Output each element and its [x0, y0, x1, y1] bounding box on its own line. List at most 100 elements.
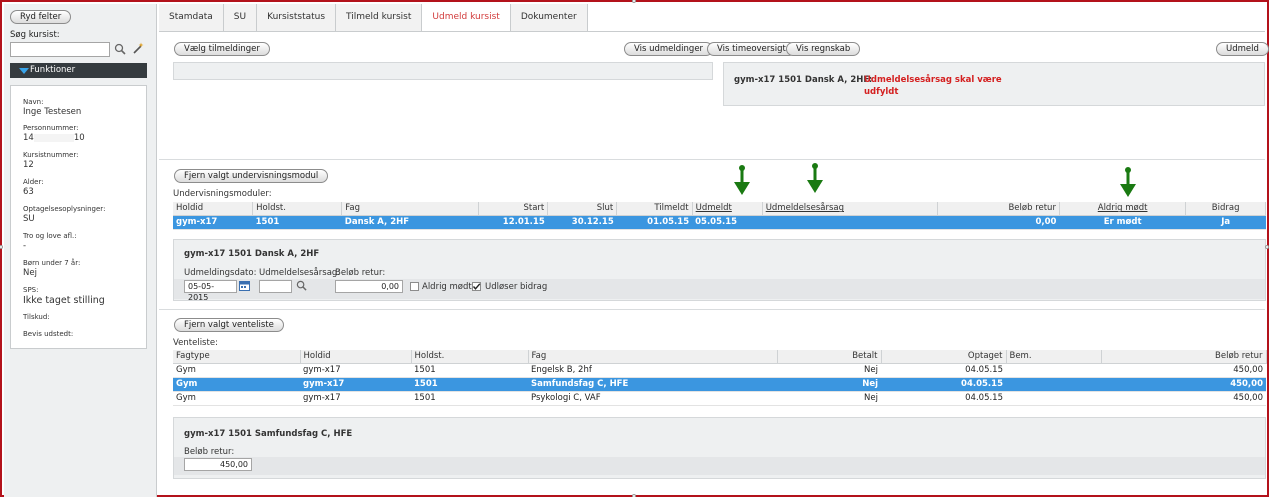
deregistration-date-input[interactable]: 05-05-2015	[184, 280, 237, 302]
col-holdid[interactable]: Holdid	[300, 350, 412, 364]
col-beloeb-retur[interactable]: Beløb retur	[937, 202, 1060, 216]
col-slut[interactable]: Slut	[547, 202, 618, 216]
tab-dokumenter[interactable]: Dokumenter	[510, 4, 588, 32]
clear-fields-button[interactable]: Ryd felter	[10, 10, 72, 24]
tab-udmeld-kursist[interactable]: Udmeld kursist	[422, 4, 511, 32]
select-registrations-button[interactable]: Vælg tilmeldinger	[174, 42, 270, 56]
info-key-certificate: Bevis udstedt:	[23, 330, 74, 338]
calendar-icon[interactable]	[239, 280, 250, 291]
cell-optaget: 04.05.15	[881, 391, 1006, 406]
info-key-name: Navn:	[23, 98, 44, 106]
info-key-sps: SPS:	[23, 286, 39, 294]
col-udmeldt[interactable]: Udmeldt	[692, 202, 763, 216]
show-accounts-button[interactable]: Vis regnskab	[786, 42, 861, 56]
never-attended-checkbox[interactable]	[410, 282, 419, 291]
module-detail-box: gym-x17 1501 Dansk A, 2HF Udmeldingsdato…	[173, 239, 1266, 302]
col-holdid[interactable]: Holdid	[173, 202, 254, 216]
cell-udmeldelsesaarsag	[762, 215, 938, 230]
col-fag[interactable]: Fag	[528, 350, 778, 364]
col-aldrig-moedt[interactable]: Aldrig mødt	[1059, 202, 1187, 216]
col-start[interactable]: Start	[478, 202, 549, 216]
table-row[interactable]: Gym gym-x17 1501 Samfundsfag C, HFE Nej …	[173, 377, 1266, 392]
col-beloeb-retur[interactable]: Beløb retur	[1101, 350, 1267, 364]
student-info-panel: Navn: Inge Testesen Personnummer: 14 10 K…	[10, 85, 147, 349]
magnifier-icon[interactable]	[114, 43, 126, 55]
modules-header-row: Holdid Holdst. Fag Start Slut Tilmeldt U…	[173, 202, 1266, 216]
remove-module-button[interactable]: Fjern valgt undervisningsmodul	[174, 169, 329, 183]
waitlist-detail-box: gym-x17 1501 Samfundsfag C, HFE Beløb re…	[173, 417, 1266, 479]
info-value-children: Nej	[23, 268, 37, 278]
green-down-arrow-icon	[734, 165, 750, 195]
waitlist-label: Venteliste:	[173, 338, 218, 348]
functions-menu[interactable]: Funktioner	[10, 63, 147, 78]
cell-holdst: 1501	[411, 377, 528, 392]
cell-udmeldt: 05.05.15	[692, 215, 763, 230]
cell-holdst: 1501	[411, 363, 528, 378]
main-content: Stamdata SU Kursiststatus Tilmeld kursis…	[159, 4, 1269, 497]
show-deregistrations-button[interactable]: Vis udmeldinger	[624, 42, 714, 56]
col-fagtype[interactable]: Fagtype	[173, 350, 301, 364]
cell-holdid: gym-x17	[300, 391, 411, 406]
info-value-faith: -	[23, 241, 27, 251]
tab-tilmeld-kursist[interactable]: Tilmeld kursist	[336, 4, 423, 32]
cpr-prefix: 14	[23, 133, 34, 143]
module-detail-title: gym-x17 1501 Dansk A, 2HF	[184, 249, 320, 259]
deregistration-reason-label: Udmeldelsesårsag:	[259, 268, 341, 278]
waitlist-amount-label: Beløb retur:	[184, 447, 235, 457]
col-betalt[interactable]: Betalt	[777, 350, 882, 364]
triangle-down-icon	[19, 68, 29, 74]
cell-fagtype: Gym	[173, 363, 300, 378]
deregistration-reason-input[interactable]	[259, 280, 292, 293]
sidebar: Ryd felter Søg kursist: Funktioner Navn:…	[4, 4, 157, 497]
cell-tilmeldt: 01.05.15	[616, 215, 693, 230]
cell-beloeb-retur: 450,00	[1101, 391, 1266, 406]
table-row[interactable]: Gym gym-x17 1501 Psykologi C, VAF Nej 04…	[173, 391, 1266, 406]
triggers-contribution-label: Udløser bidrag	[485, 282, 548, 292]
col-bidrag[interactable]: Bidrag	[1185, 202, 1266, 216]
window-content: Ryd felter Søg kursist: Funktioner Navn:…	[4, 4, 1269, 497]
deregister-button[interactable]: Udmeld	[1216, 42, 1269, 56]
tab-su[interactable]: SU	[223, 4, 258, 32]
modules-label: Undervisningsmoduler:	[173, 189, 272, 199]
amount-return-input[interactable]: 0,00	[335, 280, 403, 293]
col-fag[interactable]: Fag	[341, 202, 480, 216]
info-value-cpr: 14 10	[23, 133, 85, 143]
green-down-arrow-icon	[807, 163, 823, 193]
table-row[interactable]: gym-x17 1501 Dansk A, 2HF 12.01.15 30.12…	[173, 215, 1266, 230]
cell-fag: Dansk A, 2HF	[341, 215, 479, 230]
tab-kursiststatus[interactable]: Kursiststatus	[257, 4, 337, 32]
cell-betalt: Nej	[777, 377, 881, 392]
show-hours-button[interactable]: Vis timeoversigt	[707, 42, 796, 56]
waitlist-table: Fagtype Holdid Holdst. Fag Betalt Optage…	[173, 350, 1267, 406]
magic-wand-icon[interactable]	[132, 42, 144, 54]
info-key-cpr: Personnummer:	[23, 124, 79, 132]
search-student-input[interactable]	[10, 42, 110, 57]
cell-bidrag: Ja	[1185, 215, 1266, 230]
magnifier-icon[interactable]	[296, 280, 307, 291]
message-box: gym-x17 1501 Dansk A, 2HF: Udmeldelsesår…	[723, 62, 1265, 106]
col-optaget[interactable]: Optaget	[881, 350, 1007, 364]
waitlist-header-row: Fagtype Holdid Holdst. Fag Betalt Optage…	[173, 350, 1267, 364]
cell-holdid: gym-x17	[173, 215, 253, 230]
table-row[interactable]: Gym gym-x17 1501 Engelsk B, 2hf Nej 04.0…	[173, 363, 1266, 378]
col-holdst[interactable]: Holdst.	[252, 202, 343, 216]
triggers-contribution-checkbox[interactable]	[472, 282, 481, 291]
col-tilmeldt[interactable]: Tilmeldt	[616, 202, 693, 216]
search-student-label: Søg kursist:	[10, 30, 60, 40]
cell-fag: Engelsk B, 2hf	[528, 363, 777, 378]
cell-holdst: 1501	[411, 391, 528, 406]
waitlist-form-row	[174, 457, 1265, 475]
never-attended-label: Aldrig mødt	[422, 282, 472, 292]
tab-stamdata[interactable]: Stamdata	[159, 4, 224, 32]
remove-waitlist-button[interactable]: Fjern valgt venteliste	[174, 318, 284, 332]
cell-optaget: 04.05.15	[881, 377, 1006, 392]
info-value-age: 63	[23, 187, 34, 197]
col-bem[interactable]: Bem.	[1006, 350, 1102, 364]
info-key-children: Børn under 7 år:	[23, 259, 81, 267]
waitlist-amount-input[interactable]: 450,00	[184, 458, 252, 471]
col-udmeldelsesaarsag[interactable]: Udmeldelsesårsag	[762, 202, 938, 216]
resize-handle-right[interactable]	[1265, 245, 1269, 249]
cell-optaget: 04.05.15	[881, 363, 1006, 378]
col-holdst[interactable]: Holdst.	[411, 350, 529, 364]
cell-fagtype: Gym	[173, 391, 300, 406]
